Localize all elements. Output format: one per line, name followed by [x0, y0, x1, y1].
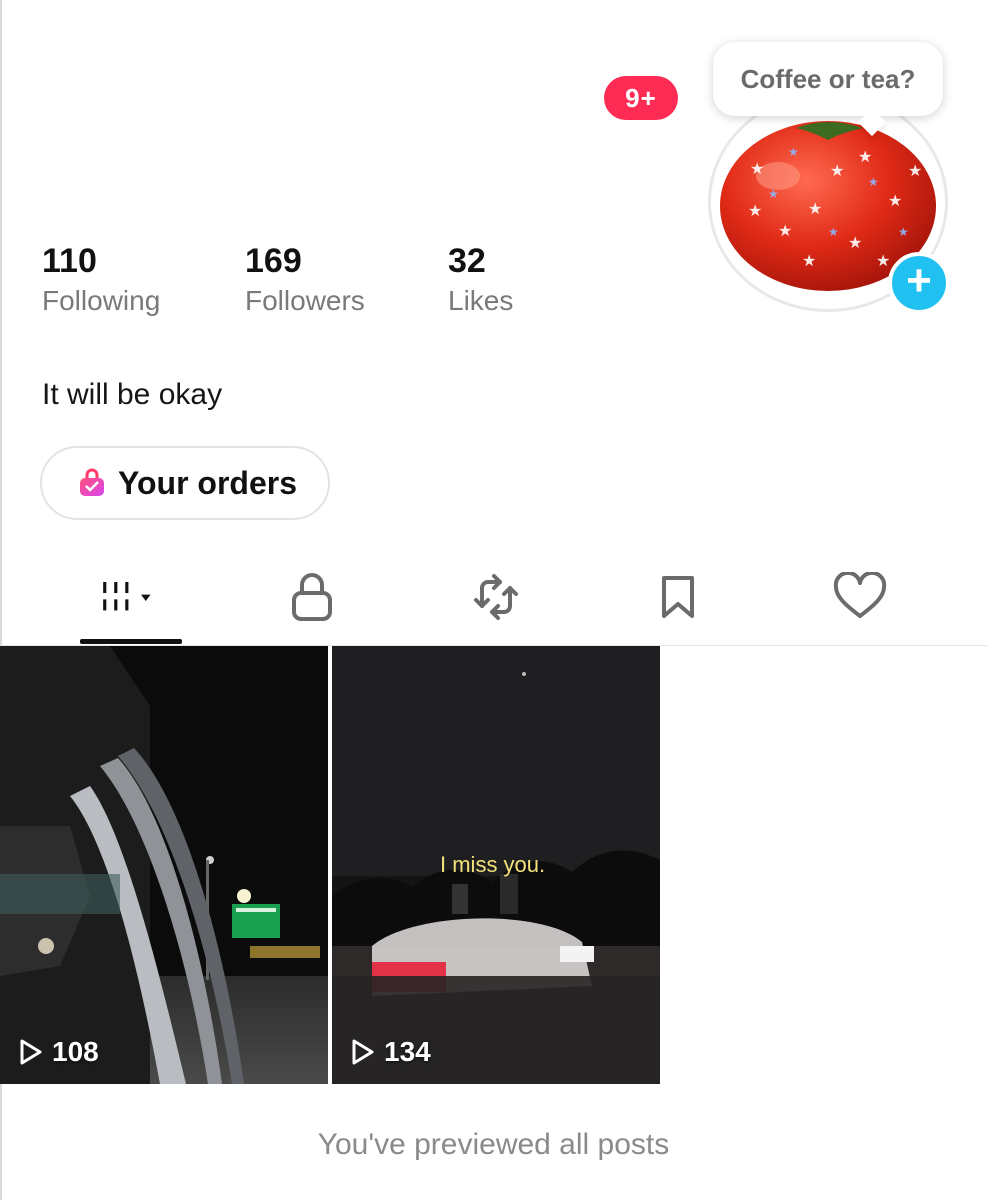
svg-text:★: ★: [750, 159, 764, 178]
stat-label: Followers: [245, 285, 365, 316]
svg-text:★: ★: [908, 161, 922, 180]
svg-text:★: ★: [830, 161, 844, 180]
tab-videos[interactable]: [100, 566, 160, 628]
svg-text:★: ★: [898, 225, 909, 239]
tab-private[interactable]: [282, 566, 342, 628]
svg-text:★: ★: [868, 175, 879, 189]
stat-likes[interactable]: 32 Likes: [448, 240, 513, 318]
stat-following[interactable]: 110 Following: [42, 240, 160, 318]
grid-menu-icon: [103, 582, 151, 611]
svg-text:★: ★: [748, 201, 762, 220]
view-count-value: 134: [384, 1036, 431, 1067]
heart-icon: [833, 572, 887, 618]
svg-text:★: ★: [858, 147, 872, 166]
view-count: 134: [350, 1036, 431, 1068]
svg-text:★: ★: [848, 233, 862, 252]
stat-followers[interactable]: 169 Followers: [245, 240, 365, 318]
bookmark-icon: [662, 576, 694, 618]
stat-value: 169: [245, 242, 302, 280]
view-count-value: 108: [52, 1036, 99, 1067]
your-orders-label: Your orders: [118, 464, 297, 501]
stat-label: Following: [42, 285, 161, 316]
lock-icon: [292, 573, 332, 621]
svg-text:★: ★: [788, 145, 799, 159]
svg-text:★: ★: [768, 187, 779, 201]
svg-text:★: ★: [876, 251, 890, 270]
add-story-button[interactable]: +: [888, 252, 950, 314]
svg-text:★: ★: [802, 251, 816, 270]
tab-reposts[interactable]: [466, 566, 526, 628]
tab-liked[interactable]: [830, 566, 890, 628]
status-bubble[interactable]: Coffee or tea?: [713, 42, 943, 116]
stat-label: Likes: [448, 285, 514, 316]
plus-icon: +: [906, 256, 932, 305]
svg-text:★: ★: [888, 191, 902, 210]
play-icon: [20, 1039, 42, 1065]
svg-text:★: ★: [778, 221, 792, 240]
repost-icon: [474, 574, 518, 620]
stat-value: 32: [448, 242, 486, 280]
notification-badge[interactable]: 9+: [604, 76, 678, 120]
stat-value: 110: [42, 242, 97, 280]
post-caption: I miss you.: [440, 852, 546, 877]
post-thumbnail[interactable]: 108: [0, 646, 328, 1084]
play-icon: [352, 1039, 374, 1065]
shopping-bag-icon: [80, 468, 104, 496]
post-thumbnail[interactable]: I miss you. 134: [332, 646, 660, 1084]
profile-bio: It will be okay: [42, 378, 223, 411]
post-thumbnail-image: [0, 646, 328, 1084]
view-count: 108: [18, 1036, 99, 1068]
previewed-all-posts-message: You've previewed all posts: [317, 1128, 670, 1161]
your-orders-button[interactable]: Your orders: [40, 446, 330, 520]
svg-text:★: ★: [808, 199, 822, 218]
status-bubble-text: Coffee or tea?: [740, 63, 916, 94]
tab-favorites[interactable]: [648, 566, 708, 628]
active-tab-indicator: [80, 639, 182, 644]
svg-text:★: ★: [828, 225, 839, 239]
